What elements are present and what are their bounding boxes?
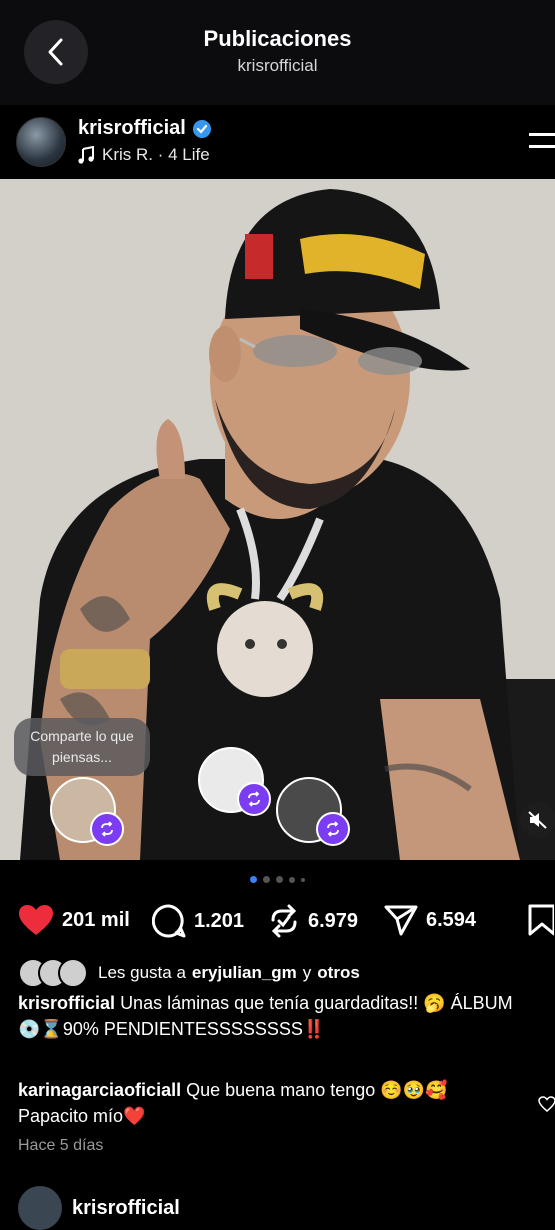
verified-icon: [192, 119, 211, 138]
comment-username[interactable]: karinagarciaoficiall: [18, 1080, 181, 1100]
send-icon: [384, 905, 418, 936]
notes-bubble[interactable]: Comparte lo que piensas...: [14, 718, 150, 776]
repost-icon: [271, 904, 297, 938]
repost-count: 6.979: [308, 909, 359, 932]
liked-by-user[interactable]: eryjulian_gm: [192, 963, 297, 983]
post-image[interactable]: Comparte lo que piensas...: [0, 179, 555, 860]
like-button[interactable]: 201 mil: [18, 904, 130, 936]
post-username[interactable]: krisrofficial: [78, 117, 186, 140]
avatar: [58, 958, 88, 988]
bookmark-icon: [528, 904, 554, 936]
post-username-row[interactable]: krisrofficial: [78, 117, 212, 140]
like-count: 201 mil: [62, 908, 130, 931]
carousel-dot: [289, 876, 295, 883]
repost-badge-3: [316, 812, 350, 846]
action-bar: 201 mil 1.201 6.979 6.594: [0, 900, 555, 944]
comment-count: 1.201: [194, 909, 245, 932]
speaker-muted-icon: [528, 811, 547, 829]
caption: krisrofficial Unas láminas que tenía gua…: [18, 990, 538, 1042]
share-count: 6.594: [426, 908, 477, 931]
repost-button[interactable]: 6.979: [268, 904, 358, 938]
music-note-icon: [78, 146, 94, 164]
share-button[interactable]: 6.594: [384, 904, 476, 936]
more-options-icon[interactable]: [527, 129, 555, 153]
next-post-username[interactable]: krisrofficial: [72, 1197, 180, 1220]
post-timestamp: Hace 5 días: [18, 1137, 104, 1154]
repost-badge-2: [237, 782, 271, 816]
comment-like-icon[interactable]: [538, 1096, 555, 1112]
avatar[interactable]: [16, 117, 66, 167]
carousel-indicator: [0, 876, 555, 883]
repost-badge-1: [90, 812, 124, 846]
next-post-header: krisrofficial: [18, 1186, 180, 1230]
heart-filled-icon: [19, 905, 53, 935]
caption-username[interactable]: krisrofficial: [18, 993, 115, 1013]
post-header: krisrofficial Kris R. · 4 Life: [0, 105, 555, 179]
page-title: Publicaciones: [203, 26, 352, 51]
comment-button[interactable]: 1.201: [152, 904, 244, 938]
repost-icon: [101, 821, 113, 837]
liked-by-others[interactable]: otros: [317, 963, 360, 983]
carousel-dot: [263, 876, 270, 883]
music-label: Kris R. · 4 Life: [102, 145, 210, 164]
mute-button[interactable]: [520, 802, 555, 838]
music-row[interactable]: Kris R. · 4 Life: [78, 145, 210, 165]
page-subtitle[interactable]: krisrofficial: [0, 56, 555, 76]
top-header: Publicaciones krisrofficial: [0, 0, 555, 105]
comment-icon: [152, 904, 186, 938]
liked-by-prefix: Les gusta a: [98, 963, 186, 982]
liked-by-middle: y: [302, 963, 312, 982]
carousel-dot: [276, 876, 283, 883]
carousel-dot: [301, 877, 305, 882]
avatar[interactable]: [18, 1186, 62, 1230]
repost-icon: [327, 821, 339, 837]
save-button[interactable]: [528, 904, 554, 936]
liked-by-avatars: [18, 958, 88, 988]
liked-by-row[interactable]: Les gusta a eryjulian_gm y otros: [18, 958, 360, 988]
repost-icon: [248, 791, 260, 807]
carousel-dot: [250, 876, 257, 883]
comment-preview: karinagarciaoficiall Que buena mano teng…: [18, 1077, 518, 1129]
